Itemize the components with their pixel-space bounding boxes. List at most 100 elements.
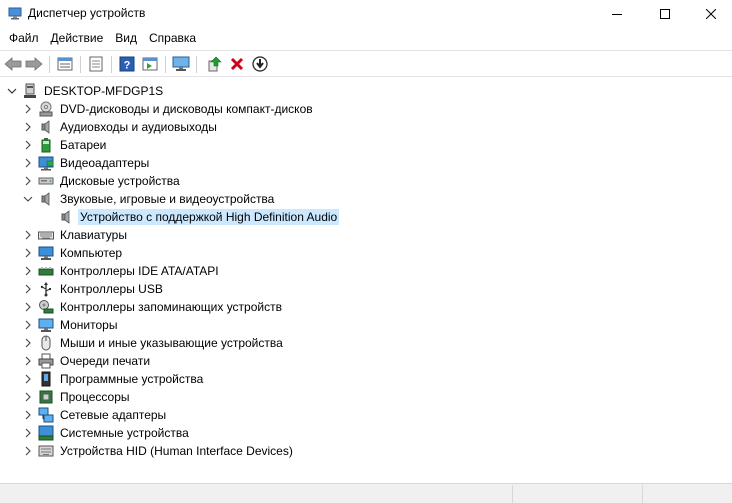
chevron-right-icon[interactable] <box>22 316 34 334</box>
properties-list-icon[interactable] <box>55 54 75 74</box>
status-bar <box>0 483 732 503</box>
tree-category-node[interactable]: Сетевые адаптеры <box>22 406 168 424</box>
toolbar-separator <box>49 56 50 73</box>
chevron-down-icon[interactable] <box>6 82 18 100</box>
tree-category-label: Видеоадаптеры <box>60 156 150 170</box>
speaker-icon <box>38 191 54 207</box>
chevron-right-icon[interactable] <box>22 100 34 118</box>
chevron-right-icon[interactable] <box>22 136 34 154</box>
menu-action[interactable]: Действие <box>45 28 110 50</box>
tree-category-node[interactable]: Мыши и иные указывающие устройства <box>22 334 285 352</box>
network-adapter-icon <box>38 407 54 423</box>
computer-icon <box>22 83 38 99</box>
chevron-right-icon[interactable] <box>22 262 34 280</box>
device-manager-app-icon <box>8 6 22 20</box>
tree-category-node[interactable]: Компьютер <box>22 244 124 262</box>
uninstall-icon[interactable] <box>227 54 247 74</box>
forward-arrow-icon[interactable] <box>24 54 44 74</box>
chevron-down-icon[interactable] <box>22 190 34 208</box>
minimize-button[interactable] <box>594 0 640 27</box>
tree-category-label: Сетевые адаптеры <box>60 408 167 422</box>
chevron-right-icon[interactable] <box>22 388 34 406</box>
usb-icon <box>38 281 54 297</box>
display-adapter-icon <box>38 155 54 171</box>
tree-category-label: Клавиатуры <box>60 228 127 242</box>
tree-category-label: Батареи <box>60 138 107 152</box>
tree-category-label: Программные устройства <box>60 372 204 386</box>
device-manager-window: Диспетчер устройств Файл Действие Вид Сп… <box>0 0 732 503</box>
tree-category-label: Звуковые, игровые и видеоустройства <box>60 192 275 206</box>
ide-controller-icon <box>38 263 54 279</box>
tree-category-node[interactable]: Процессоры <box>22 388 132 406</box>
status-segment <box>512 485 642 503</box>
chevron-right-icon[interactable] <box>22 334 34 352</box>
device-sheet-icon[interactable] <box>86 54 106 74</box>
tree-category-label: Мониторы <box>60 318 118 332</box>
tree-category-node[interactable]: Устройства HID (Human Interface Devices) <box>22 442 295 460</box>
battery-icon <box>38 137 54 153</box>
download-driver-icon[interactable] <box>250 54 270 74</box>
tree-category-node[interactable]: Аудиовходы и аудиовыходы <box>22 118 219 136</box>
title-bar: Диспетчер устройств <box>0 0 732 27</box>
tree-category-node[interactable]: Контроллеры USB <box>22 280 165 298</box>
tree-category-label: Системные устройства <box>60 426 189 440</box>
tree-category-node[interactable]: Контроллеры IDE ATA/ATAPI <box>22 262 221 280</box>
toolbar-separator <box>165 56 166 73</box>
toolbar: ? <box>0 50 732 77</box>
tree-device-node[interactable]: Устройство с поддержкой High Definition … <box>58 208 340 226</box>
window-title: Диспетчер устройств <box>28 6 146 20</box>
chevron-right-icon[interactable] <box>22 226 34 244</box>
tree-category-node[interactable]: Программные устройства <box>22 370 205 388</box>
system-device-icon <box>38 425 54 441</box>
monitor-scan-icon[interactable] <box>171 54 191 74</box>
view-panel-icon[interactable] <box>140 54 160 74</box>
chevron-right-icon[interactable] <box>22 154 34 172</box>
tree-category-label: Мыши и иные указывающие устройства <box>60 336 283 350</box>
tree-category-node[interactable]: Клавиатуры <box>22 226 129 244</box>
toolbar-separator <box>196 56 197 73</box>
tree-category-label: Очереди печати <box>60 354 151 368</box>
tree-category-node[interactable]: Звуковые, игровые и видеоустройства <box>22 190 276 208</box>
help-icon[interactable]: ? <box>117 54 137 74</box>
chevron-right-icon[interactable] <box>22 172 34 190</box>
tree-category-node[interactable]: Системные устройства <box>22 424 191 442</box>
tree-category-node[interactable]: Дисковые устройства <box>22 172 182 190</box>
tree-category-label: Контроллеры USB <box>60 282 163 296</box>
tree-category-node[interactable]: Мониторы <box>22 316 119 334</box>
tree-root-node[interactable]: DESKTOP-MFDGP1S <box>6 82 165 100</box>
maximize-button[interactable] <box>642 0 688 27</box>
tree-category-label: Контроллеры запоминающих устройств <box>60 300 282 314</box>
chevron-right-icon[interactable] <box>22 406 34 424</box>
menu-file[interactable]: Файл <box>3 28 45 50</box>
tree-category-node[interactable]: Батареи <box>22 136 108 154</box>
hid-icon <box>38 443 54 459</box>
tree-category-label: Компьютер <box>60 246 123 260</box>
keyboard-icon <box>38 227 54 243</box>
tree-category-node[interactable]: Очереди печати <box>22 352 152 370</box>
tree-category-node[interactable]: Видеоадаптеры <box>22 154 151 172</box>
speaker-icon <box>38 119 54 135</box>
chevron-right-icon[interactable] <box>22 424 34 442</box>
chevron-right-icon[interactable] <box>22 280 34 298</box>
status-segment <box>642 485 732 503</box>
chevron-right-icon[interactable] <box>22 442 34 460</box>
chevron-right-icon[interactable] <box>22 298 34 316</box>
update-driver-icon[interactable] <box>204 54 224 74</box>
chevron-right-icon[interactable] <box>22 244 34 262</box>
disk-drive-icon <box>38 173 54 189</box>
menu-help[interactable]: Справка <box>143 28 202 50</box>
chevron-right-icon[interactable] <box>22 370 34 388</box>
tree-category-node[interactable]: Контроллеры запоминающих устройств <box>22 298 284 316</box>
chevron-right-icon[interactable] <box>22 352 34 370</box>
tree-root-label: DESKTOP-MFDGP1S <box>44 84 164 98</box>
menu-view[interactable]: Вид <box>109 28 143 50</box>
processor-icon <box>38 389 54 405</box>
toolbar-separator <box>80 56 81 73</box>
chevron-right-icon[interactable] <box>22 118 34 136</box>
svg-text:?: ? <box>124 60 131 72</box>
back-arrow-icon[interactable] <box>3 54 23 74</box>
dvd-drive-icon <box>38 101 54 117</box>
close-button[interactable] <box>688 0 732 27</box>
tree-category-label: Аудиовходы и аудиовыходы <box>60 120 217 134</box>
tree-category-node[interactable]: DVD-дисководы и дисководы компакт-дисков <box>22 100 315 118</box>
